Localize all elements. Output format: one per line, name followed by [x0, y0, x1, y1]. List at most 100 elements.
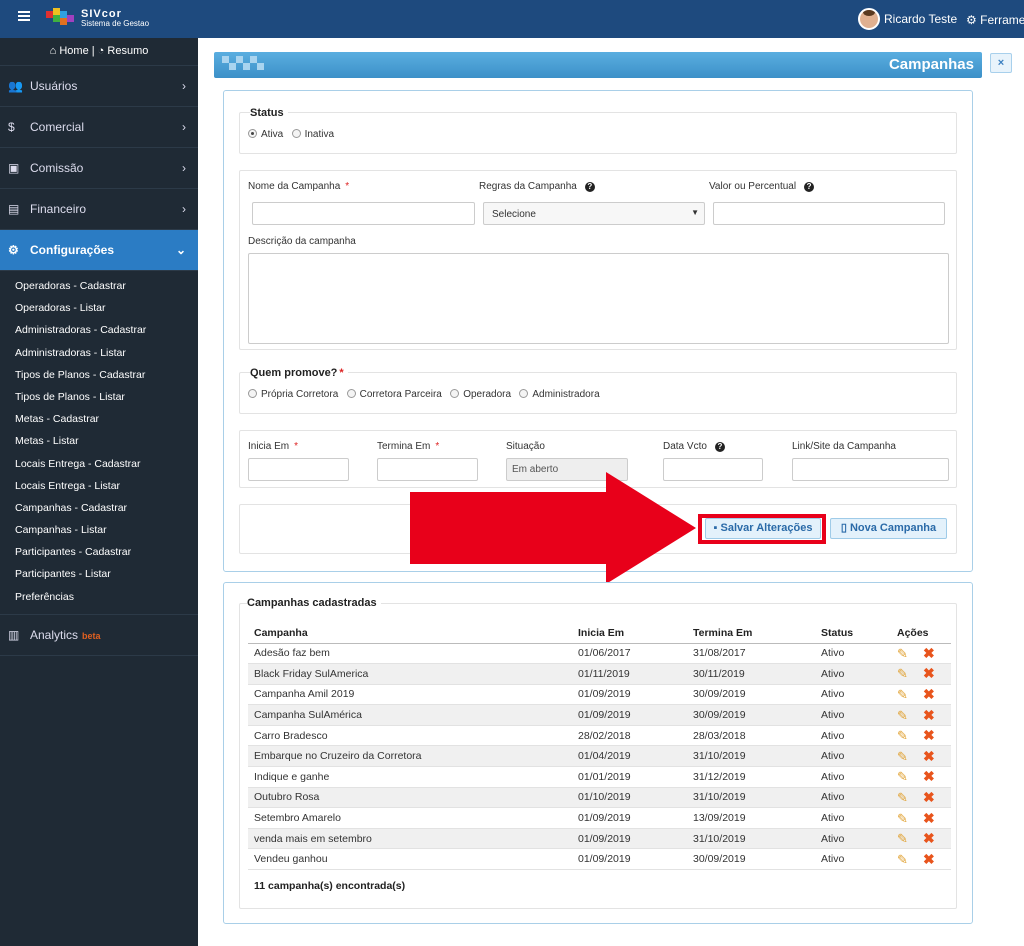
- submenu-item[interactable]: Preferências: [0, 586, 198, 608]
- menu-toggle-icon[interactable]: [18, 11, 30, 21]
- sidebar-home[interactable]: ⌂ Home | ◔ Resumo: [0, 38, 198, 66]
- sidebar-item-comercial[interactable]: $ Comercial ›: [0, 107, 198, 148]
- submenu-item[interactable]: Campanhas - Listar: [0, 519, 198, 541]
- delete-x-icon[interactable]: ✖: [923, 707, 935, 723]
- submenu-item[interactable]: Tipos de Planos - Listar: [0, 386, 198, 408]
- sidebar-item-comissao[interactable]: ▣ Comissão ›: [0, 148, 198, 189]
- edit-pencil-icon[interactable]: ✎: [897, 728, 923, 744]
- label-text: Nome da Campanha: [248, 181, 341, 192]
- submenu-item[interactable]: Locais Entrega - Listar: [0, 475, 198, 497]
- edit-pencil-icon[interactable]: ✎: [897, 708, 923, 724]
- regras-select[interactable]: Selecione ▼: [483, 202, 705, 225]
- edit-pencil-icon[interactable]: ✎: [897, 769, 923, 785]
- delete-x-icon[interactable]: ✖: [923, 686, 935, 702]
- delete-x-icon[interactable]: ✖: [923, 748, 935, 764]
- help-icon[interactable]: ?: [804, 182, 815, 192]
- submenu-item[interactable]: Locais Entrega - Cadastrar: [0, 453, 198, 475]
- edit-pencil-icon[interactable]: ✎: [897, 831, 923, 847]
- brand-logo: [46, 8, 76, 28]
- sidebar-item-configuracoes[interactable]: ⚙ Configurações ⌄: [0, 230, 198, 271]
- column-header[interactable]: Inicia Em: [578, 623, 693, 644]
- table-row: venda mais em setembro 01/09/2019 31/10/20…: [248, 828, 951, 850]
- radio-inativa[interactable]: [291, 129, 301, 138]
- file-icon: ▯: [840, 522, 847, 534]
- edit-pencil-icon[interactable]: ✎: [897, 749, 923, 765]
- delete-x-icon[interactable]: ✖: [923, 768, 935, 784]
- link-label: Link/Site da Campanha: [792, 441, 896, 452]
- delete-x-icon[interactable]: ✖: [923, 830, 935, 846]
- inicia-input[interactable]: [248, 458, 349, 481]
- close-button[interactable]: ×: [990, 53, 1012, 73]
- table-cell: Vendeu ganhou: [248, 848, 578, 871]
- delete-x-icon[interactable]: ✖: [923, 789, 935, 805]
- table-cell: Ativo: [821, 787, 897, 809]
- table-row: Indique e ganhe 01/01/2019 31/12/2019 Ativo…: [248, 766, 951, 788]
- new-campaign-button[interactable]: ▯ Nova Campanha: [830, 518, 947, 539]
- edit-pencil-icon[interactable]: ✎: [897, 666, 923, 682]
- edit-pencil-icon[interactable]: ✎: [897, 646, 923, 662]
- user-menu[interactable]: Ricardo Teste: [858, 8, 957, 30]
- valor-input[interactable]: [713, 202, 945, 225]
- sidebar-item-usuarios[interactable]: 👥 Usuários ›: [0, 66, 198, 107]
- column-header[interactable]: Campanha: [248, 623, 578, 644]
- radio-label: Ativa: [261, 129, 284, 140]
- table-cell: 01/09/2019: [578, 828, 693, 850]
- edit-pencil-icon[interactable]: ✎: [897, 790, 923, 806]
- edit-pencil-icon[interactable]: ✎: [897, 811, 923, 827]
- tools-menu[interactable]: ⚙ Ferramentas: [966, 13, 1024, 27]
- table-cell: Ativo: [821, 704, 897, 726]
- table-cell: 01/06/2017: [578, 643, 693, 665]
- help-icon[interactable]: ?: [714, 442, 725, 452]
- sidebar-item-financeiro[interactable]: ▤ Financeiro ›: [0, 189, 198, 230]
- data-vcto-label: Data Vcto?: [663, 441, 725, 452]
- delete-x-icon[interactable]: ✖: [923, 851, 935, 867]
- help-icon[interactable]: ?: [584, 182, 595, 192]
- actions-cell: ✎ ✖: [897, 684, 951, 706]
- delete-x-icon[interactable]: ✖: [923, 645, 935, 661]
- title-text: Quem promove?: [250, 367, 338, 379]
- submenu-item[interactable]: Operadoras - Listar: [0, 297, 198, 319]
- table-cell: Outubro Rosa: [248, 787, 578, 809]
- column-header[interactable]: Termina Em: [693, 623, 821, 644]
- home-link[interactable]: Home: [59, 45, 88, 57]
- required-mark: *: [345, 181, 350, 192]
- valor-label: Valor ou Percentual?: [709, 181, 815, 192]
- sidebar-item-analytics[interactable]: ▥ Analytics beta: [0, 615, 198, 656]
- submenu-item[interactable]: Participantes - Cadastrar: [0, 541, 198, 563]
- radio-ativa[interactable]: [248, 129, 257, 138]
- table-cell: 30/09/2019: [693, 848, 821, 871]
- table-row: Carro Bradesco 28/02/2018 28/03/2018 Ativo ✎…: [248, 725, 951, 747]
- delete-x-icon[interactable]: ✖: [923, 727, 935, 743]
- submenu-item[interactable]: Operadoras - Cadastrar: [0, 275, 198, 297]
- submenu-item[interactable]: Metas - Cadastrar: [0, 408, 198, 430]
- submenu-item[interactable]: Administradoras - Listar: [0, 342, 198, 364]
- delete-x-icon[interactable]: ✖: [923, 810, 935, 826]
- radio-corretora-parceira[interactable]: [346, 389, 356, 398]
- edit-pencil-icon[interactable]: ✎: [897, 852, 923, 868]
- radio-administradora[interactable]: [519, 389, 529, 398]
- actions-cell: ✎ ✖: [897, 725, 951, 747]
- delete-x-icon[interactable]: ✖: [923, 665, 935, 681]
- submenu-item[interactable]: Metas - Listar: [0, 430, 198, 452]
- submenu-item[interactable]: Participantes - Listar: [0, 563, 198, 585]
- table-cell: 30/11/2019: [693, 663, 821, 685]
- edit-pencil-icon[interactable]: ✎: [897, 687, 923, 703]
- link-input[interactable]: [792, 458, 949, 481]
- radio-propria-corretora[interactable]: [248, 389, 257, 398]
- nome-input[interactable]: [252, 202, 475, 225]
- descricao-textarea[interactable]: [248, 253, 949, 344]
- chevron-right-icon: ›: [182, 79, 186, 93]
- resumo-link[interactable]: Resumo: [107, 45, 148, 57]
- radio-operadora[interactable]: [450, 389, 460, 398]
- column-header[interactable]: Status: [821, 623, 897, 644]
- submenu-item[interactable]: Campanhas - Cadastrar: [0, 497, 198, 519]
- submenu-item[interactable]: Tipos de Planos - Cadastrar: [0, 364, 198, 386]
- status-box: [239, 112, 957, 154]
- table-cell: Indique e ganhe: [248, 766, 578, 788]
- avatar: [858, 8, 880, 30]
- sidebar-item-label: Financeiro: [30, 202, 87, 216]
- sidebar: ⌂ Home | ◔ Resumo 👥 Usuários › $ Comercial ›…: [0, 38, 198, 946]
- submenu-item[interactable]: Administradoras - Cadastrar: [0, 319, 198, 341]
- chevron-down-icon: ⌄: [175, 243, 186, 257]
- radio-label: Própria Corretora: [261, 389, 339, 400]
